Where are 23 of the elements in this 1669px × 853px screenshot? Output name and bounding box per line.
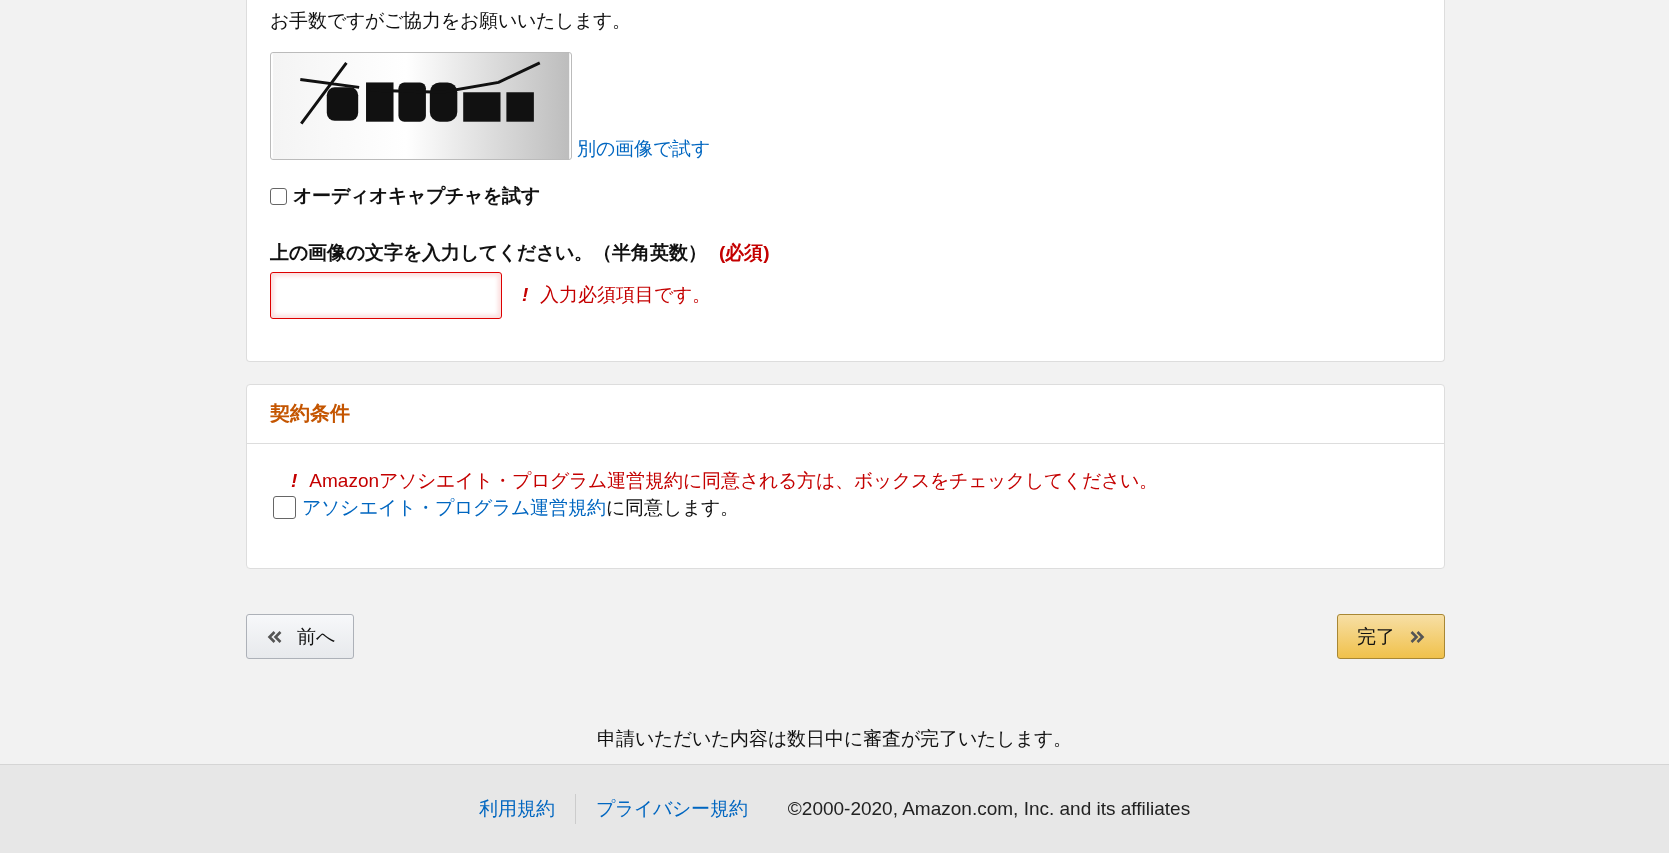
notice-text: 申請いただいた内容は数日中に審査が完了いたします。 [597,727,1072,751]
finish-button[interactable]: 完了 [1337,614,1445,659]
error-text: 入力必須項目です。 [540,283,712,307]
double-chevron-right-icon [1408,628,1426,645]
error-mark: ! [522,284,529,306]
field-label: 上の画像の文字を入力してください。（半角英数） [270,240,707,265]
audio-captcha-label: オーディオキャプチャを試す [293,184,540,208]
back-button[interactable]: 前へ [246,614,354,659]
double-chevron-left-icon [265,628,283,645]
footer-link[interactable]: 利用規約 [478,796,555,822]
checkbox[interactable] [273,496,296,519]
agreement-text: アソシエイト・プログラム運営規約に同意します。 [302,495,739,520]
instruction-text: お手数ですがご協力をお願いいたします。 [270,9,632,33]
error-mark: ! [291,469,298,492]
refresh-captcha-link[interactable]: 別の画像で試す [577,138,710,160]
error-text: Amazonアソシエイト・プログラム運営規約に同意される方は、ボックスをチェックしてください。 [309,468,1159,493]
section-title: 契約条件 [270,401,350,426]
copyright-text: ©2000-2020, Amazon.com, Inc. and its affiliates [787,798,1191,820]
checkbox[interactable] [270,187,287,205]
captcha-input-field[interactable] [270,271,502,319]
terms-link[interactable]: アソシエイト・プログラム運営規約 [302,496,606,518]
footer-link[interactable]: プライバシー規約 [595,796,748,822]
required-mark: (必須) [719,240,770,265]
